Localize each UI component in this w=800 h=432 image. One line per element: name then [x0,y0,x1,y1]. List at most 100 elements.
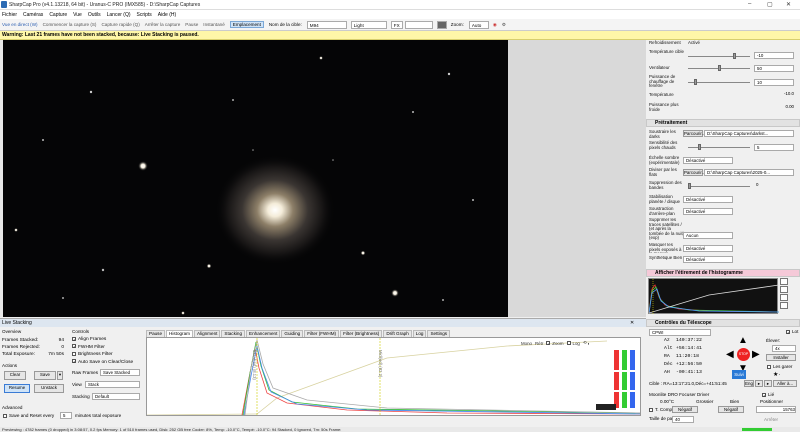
focus-coarse-neg-button[interactable]: Négatif [672,406,698,413]
slew-up-icon[interactable]: ▲ [738,335,748,346]
flat-path[interactable]: D:\SharpCap Captures\2025-0... [704,169,794,176]
retr-toggle[interactable]: Rétr [535,341,543,346]
mask-select[interactable]: Désactivé [683,245,733,252]
frame-type-select[interactable]: Light [350,20,387,29]
focuser-lock-check[interactable]: ✓ Lié [762,392,774,397]
focus-fine-neg-button[interactable]: Négatif [718,406,744,413]
histogram-stretch-header[interactable]: Afficher l'étirement de l'histogramme [646,269,800,277]
histogram-button[interactable] [436,20,447,29]
minimize-icon[interactable]: – [748,1,751,7]
menu-scripts[interactable]: Scripts [137,12,152,18]
tab-pause[interactable]: Pause [146,330,166,337]
reset-icon[interactable]: ⟲ [583,340,587,346]
banding-slider[interactable] [688,183,750,189]
target-icon[interactable]: ◉ [493,22,497,28]
star-icon[interactable]: ★· [773,371,780,378]
fan-value[interactable]: 50 [754,65,794,72]
dark-browse-button[interactable]: Parcourir.. [683,130,704,137]
tab-guiding[interactable]: Guiding [281,330,304,337]
maximize-icon[interactable]: ▢ [767,1,773,8]
red-level-slider[interactable] [614,350,619,408]
hotpixel-slider[interactable] [688,144,750,150]
level-handle-bottom[interactable] [613,390,637,392]
quick-capture-button[interactable]: Capture rapide (Q) [101,22,139,27]
slew-left-icon[interactable]: ◀ [726,349,734,360]
start-capture-button[interactable]: Commencer la capture (S) [43,22,97,27]
zoom-toggle[interactable]: ✓ Zoom [546,341,564,346]
target-name-input[interactable]: M94 [306,20,347,29]
stretch-tool-1[interactable] [780,278,788,285]
menu-capture[interactable]: Capture [49,12,67,18]
fan-slider[interactable] [688,65,750,71]
flat-browse-button[interactable]: Parcourir.. [683,169,704,176]
clear-button[interactable]: Clear [4,371,26,380]
preprocessing-header[interactable]: Prétraitement [646,119,800,127]
goto-button[interactable]: Aller à... [773,380,797,387]
arrow-button-2[interactable]: ▸ [764,380,772,387]
telescope-header[interactable]: Contrôles du Télescope [646,319,800,327]
save-dropdown-icon[interactable]: ▾ [57,371,63,380]
tracking-button[interactable]: Suivi [732,370,746,379]
reticle-button[interactable]: Emplacement [229,21,264,28]
auto-stretch-icon[interactable]: ◐ [588,341,591,346]
level-handle-top[interactable] [613,370,637,372]
telescope-driver-select[interactable]: CPWI [649,329,711,336]
hotpixel-thumb[interactable] [698,144,701,150]
rate-select[interactable]: 4x [772,345,796,352]
satellite-select[interactable]: Aucun [683,232,733,239]
tab-settings[interactable]: Settings [427,330,451,337]
slew-stop-icon[interactable]: STOP [737,348,750,361]
tab-log[interactable]: Log [412,330,427,337]
tab-alignment[interactable]: Alignment [193,330,221,337]
resume-button[interactable]: Resume [4,384,30,393]
close-icon[interactable]: ✕ [786,1,791,8]
target-temp-slider[interactable] [688,53,750,59]
raw-frames-select[interactable]: Save Stacked [100,369,140,376]
target-temp-thumb[interactable] [733,53,736,59]
heater-slider[interactable] [688,79,750,85]
tab-stacking[interactable]: Stacking [221,330,246,337]
heater-value[interactable]: 10 [754,79,794,86]
fan-thumb[interactable] [718,65,721,71]
fwhm-filter-check[interactable]: ✓ FWHM Filter [72,344,133,352]
slew-right-icon[interactable]: ▶ [752,349,760,360]
menu-launch[interactable]: Lancer (Q) [107,12,131,18]
goto-home-check[interactable]: Les garer [767,364,792,369]
focus-stop-button[interactable]: Arrêter [764,417,778,422]
target-temp-value[interactable]: -10 [754,52,794,59]
bg-sub-select[interactable]: Désactivé [683,208,733,215]
stop-capture-button[interactable]: Arrêter la capture [145,22,181,27]
tab-enhancement[interactable]: Enhancement [246,330,281,337]
stabilization-select[interactable]: Désactivé [683,196,733,203]
park-button[interactable]: Installer [766,354,796,361]
align-frames-check[interactable]: ✓ Align Frames [72,336,133,344]
view-select[interactable]: Stack [85,381,140,388]
dark-scale-select[interactable]: Désactivé [683,157,733,164]
panel-close-icon[interactable]: ✕ [630,320,634,326]
mono-toggle[interactable]: Mono [521,341,532,346]
unstack-button[interactable]: Unstack [34,384,64,393]
tools-icon[interactable]: ⚙ [502,22,506,28]
save-reset-check[interactable]: Save and Reset every [3,413,54,418]
menu-help[interactable]: Aide (H) [158,12,176,18]
stretch-tool-2[interactable] [780,286,788,293]
brightness-filter-check[interactable]: Brightness Filter [72,351,133,359]
green-level-slider[interactable] [622,350,627,408]
stacking-select[interactable]: Default [92,393,140,400]
tab-filter-brightness[interactable]: Filter (Brightness) [340,330,383,337]
camera-image[interactable] [3,40,508,317]
tab-filter-fwhm[interactable]: Filter (FWHM) [304,330,340,337]
tab-drift-graph[interactable]: Drift Graph [383,330,412,337]
menu-tools[interactable]: Outils [88,12,101,18]
tab-histogram[interactable]: Histogram [166,330,193,337]
fx-button[interactable]: FX [390,20,403,29]
menu-cameras[interactable]: Caméras [23,12,43,18]
zoom-select[interactable]: Auto [468,20,489,29]
dark-path[interactable]: D:\SharpCap Captures\darkst... [704,130,794,137]
stack-histogram[interactable]: BkLvl(ed) (8.13) Midl(ed) (82.2) Mono Ré… [146,337,641,416]
histogram-stretch-graph[interactable] [648,278,780,315]
tcomp-check[interactable]: T. Comp [649,407,672,412]
auto-save-check[interactable]: ✓ Auto Save on Clear/Close [72,359,133,367]
hotpixel-value[interactable]: 5 [754,144,794,151]
snapshot-button[interactable]: Instantané [203,22,224,27]
